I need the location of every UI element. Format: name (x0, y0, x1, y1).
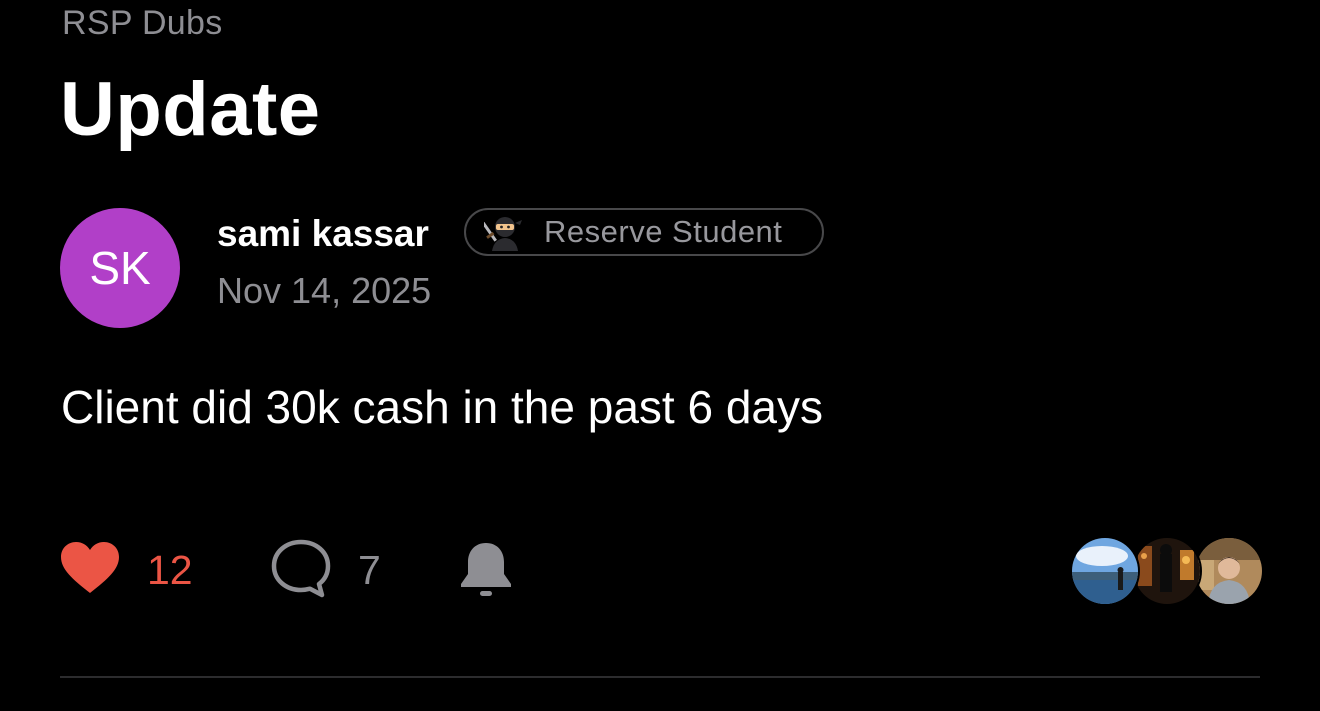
like-count: 12 (147, 546, 193, 593)
post-page: RSP Dubs Update SK sami kassar Reserve S… (0, 0, 1320, 711)
bell-button[interactable] (458, 540, 514, 604)
post-title: Update (60, 67, 321, 152)
post-date: Nov 14, 2025 (217, 270, 432, 311)
role-badge: Reserve Student (464, 208, 824, 256)
avatar-initials: SK (89, 242, 151, 294)
comment-bubble-icon (270, 538, 332, 603)
badge-label: Reserve Student (544, 214, 783, 249)
author-name[interactable]: sami kassar (217, 213, 429, 255)
author-avatar[interactable]: SK (60, 208, 180, 328)
viewer-avatar-landscape (1070, 536, 1140, 606)
viewer-avatars[interactable] (1070, 536, 1264, 606)
like-button[interactable]: 12 (60, 538, 193, 602)
viewer-avatar-night (1132, 536, 1202, 606)
ninja-emoji-icon (484, 211, 526, 253)
heart-icon (60, 541, 120, 600)
comment-count: 7 (358, 546, 381, 593)
post-divider (60, 676, 1260, 678)
post-body: Client did 30k cash in the past 6 days (61, 381, 824, 433)
group-name[interactable]: RSP Dubs (62, 4, 223, 43)
viewer-avatar-person (1194, 536, 1264, 606)
bell-icon (458, 543, 514, 606)
post-actions: 12 7 (60, 538, 580, 602)
comment-button[interactable]: 7 (270, 538, 381, 602)
